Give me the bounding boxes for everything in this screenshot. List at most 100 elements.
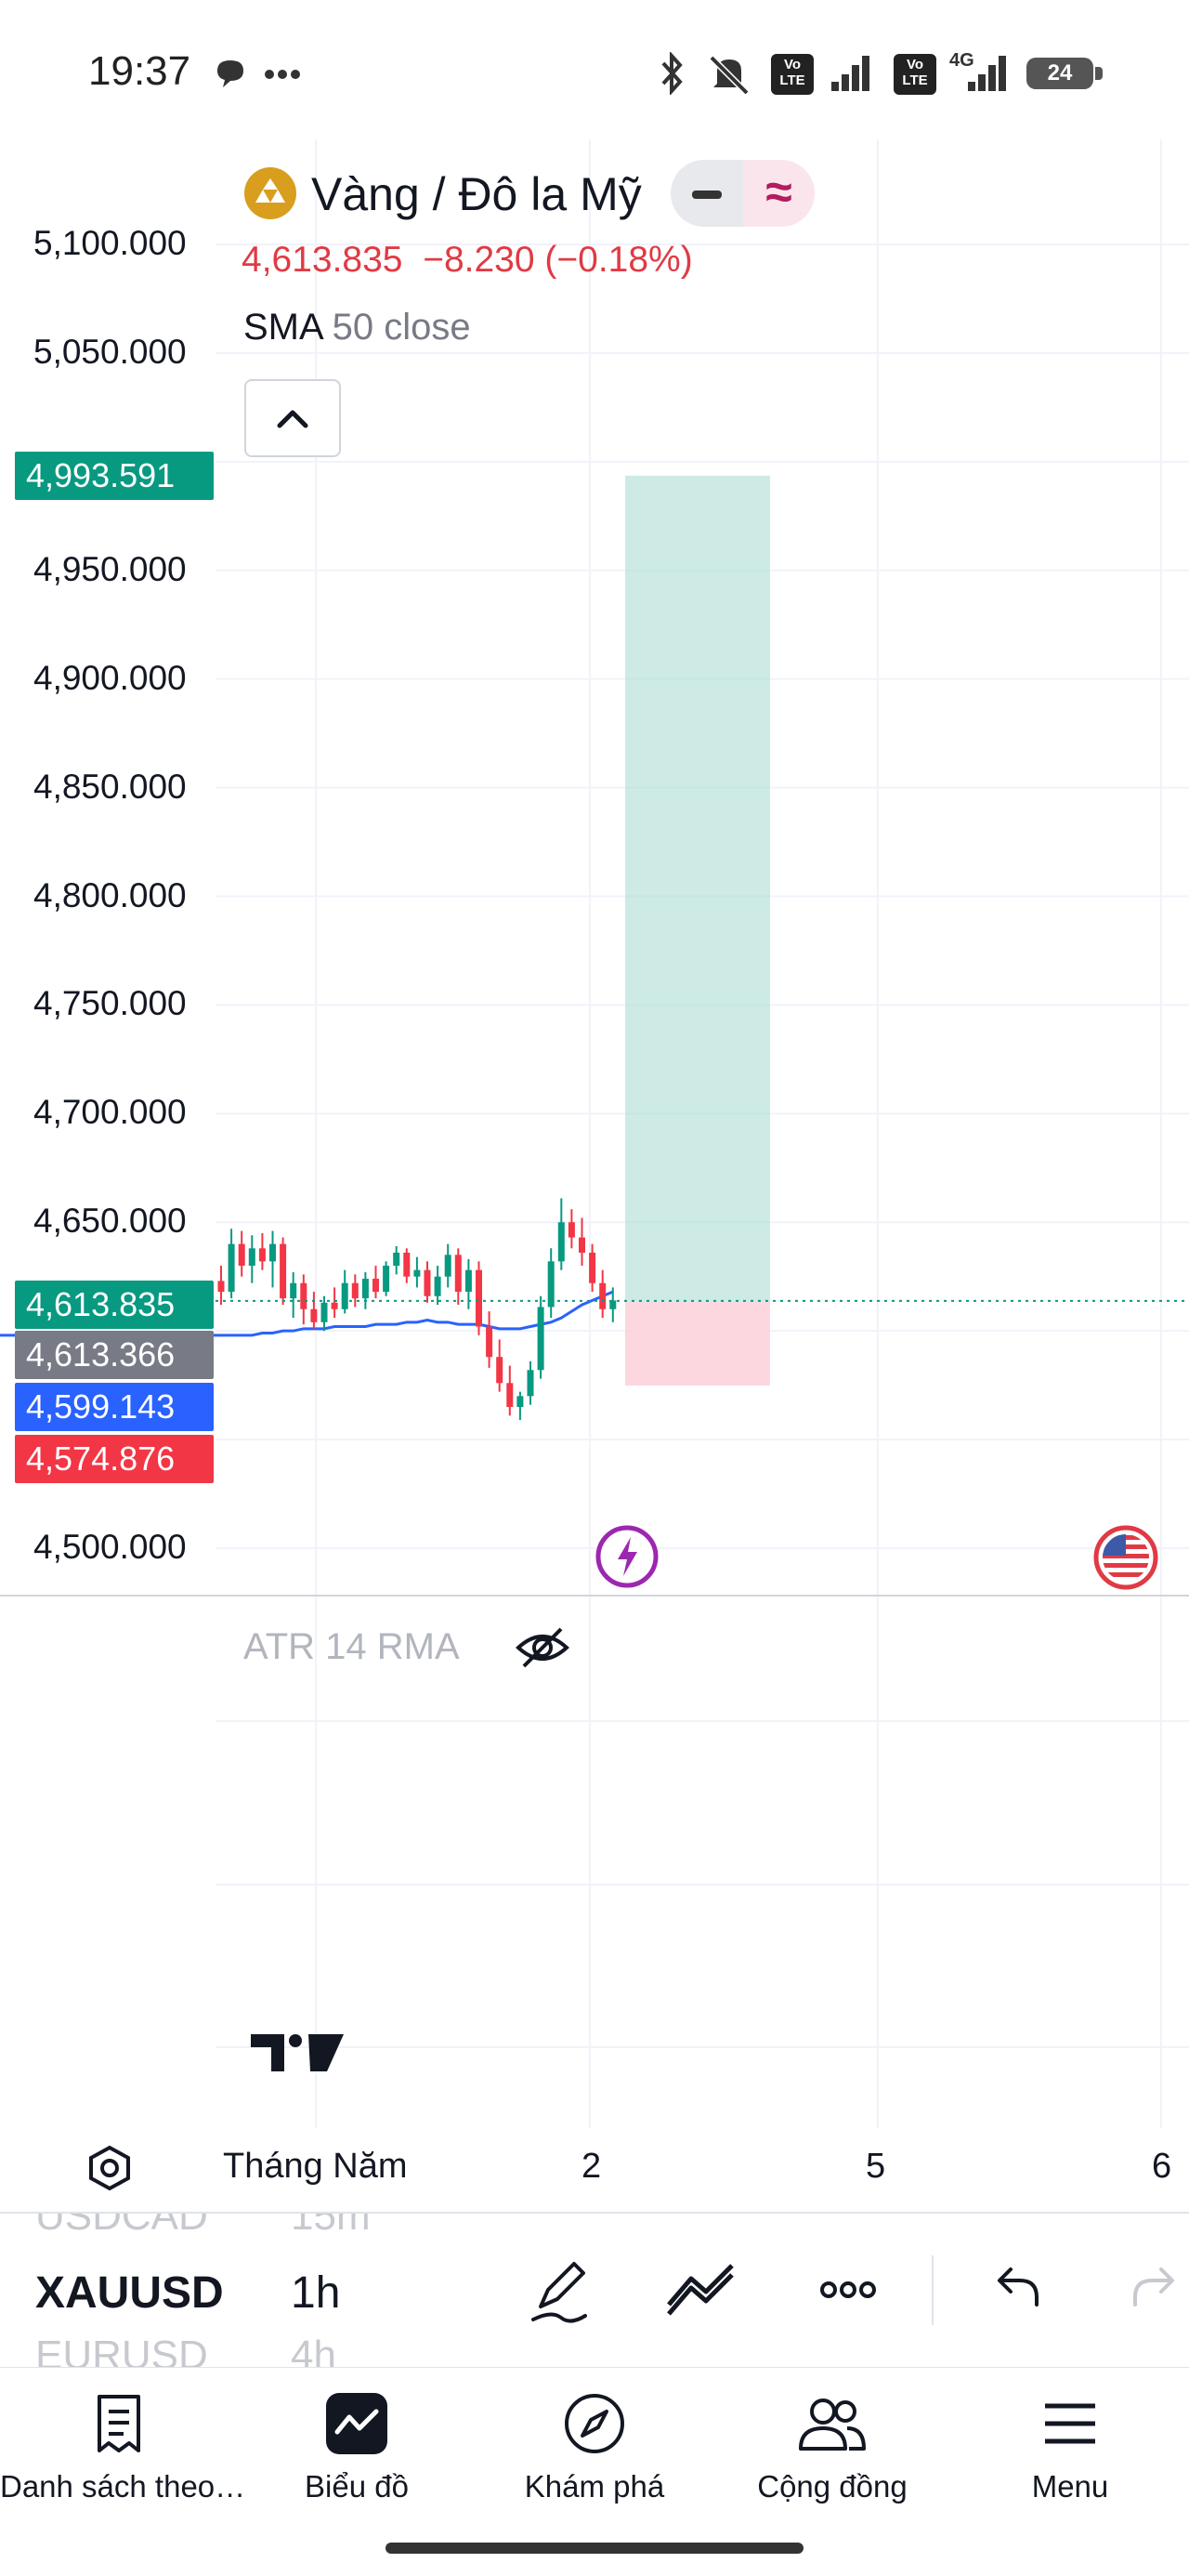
price-change-value: −8.230 (−0.18%) (423, 240, 693, 280)
redo-icon[interactable] (1124, 2253, 1189, 2327)
nav-community-label: Cộng đồng (757, 2469, 908, 2504)
prev-symbol[interactable]: USDCAD (35, 2214, 208, 2240)
next-interval[interactable]: 4h (291, 2333, 336, 2367)
price-badge: 4,599.143 (15, 1383, 214, 1431)
candle (516, 1391, 524, 1421)
sma-legend[interactable]: SMA 50 close (243, 307, 471, 348)
eye-hidden-icon[interactable] (513, 1622, 572, 1674)
profit-zone (625, 475, 770, 1302)
candle (454, 1248, 462, 1306)
candle-body (310, 1308, 318, 1322)
candle-body (476, 1269, 482, 1327)
candle-body (496, 1357, 503, 1384)
candle-body (434, 1276, 441, 1296)
atr-legend[interactable]: ATR 14 RMA (243, 1626, 460, 1668)
candle-body (589, 1252, 596, 1283)
current-interval[interactable]: 1h (291, 2267, 340, 2319)
candle-body (413, 1269, 421, 1277)
approx-icon[interactable]: ≈ (743, 160, 815, 227)
undo-icon[interactable] (977, 2253, 1061, 2327)
volte-icon-2: Vo LTE (894, 54, 936, 95)
nav-menu-label: Menu (1031, 2469, 1109, 2504)
prev-interval[interactable]: 15m (291, 2214, 371, 2240)
price-axis-label: 4,750.000 (33, 984, 187, 1023)
candle-body (248, 1248, 255, 1267)
price-axis-label: 4,850.000 (33, 767, 187, 806)
nav-watchlist[interactable]: Danh sách theo… (0, 2391, 246, 2530)
price-badge: 4,993.591 (15, 451, 214, 500)
candle-body (393, 1252, 400, 1267)
candle-body (464, 1269, 472, 1293)
candle (372, 1266, 379, 1299)
candle (599, 1269, 607, 1319)
nav-chart[interactable]: Biểu đồ (238, 2391, 476, 2530)
chart-canvas[interactable] (0, 139, 1189, 2128)
candle-body (557, 1222, 565, 1262)
candle-body (300, 1282, 307, 1309)
price-axis-label: 5,100.000 (33, 224, 187, 262)
candle-body (486, 1326, 493, 1358)
lightning-event-icon[interactable] (594, 1524, 660, 1589)
signal-icon (831, 56, 869, 91)
gold-logo-icon (244, 167, 296, 219)
long-position-tool (625, 475, 770, 1386)
price-axis-label: 4,700.000 (33, 1093, 187, 1132)
candle (486, 1311, 493, 1368)
chevron-up-icon (277, 410, 308, 428)
more-icon[interactable] (806, 2253, 890, 2327)
minus-icon[interactable] (671, 160, 743, 227)
candle (228, 1229, 235, 1299)
candle-body (269, 1243, 276, 1262)
community-icon (799, 2399, 866, 2451)
bell-off-icon (709, 55, 750, 95)
candle (269, 1230, 276, 1288)
candle (434, 1266, 441, 1306)
chart-mode-toggle[interactable]: ≈ (671, 160, 815, 227)
toolbar-divider (932, 2255, 934, 2325)
candle (547, 1248, 555, 1319)
pen-icon[interactable] (520, 2253, 604, 2327)
candle (217, 1266, 225, 1306)
chart-settings-icon[interactable] (84, 2142, 136, 2194)
volte-icon: Vo LTE (771, 54, 814, 95)
time-axis-label: 5 (866, 2147, 886, 2186)
status-time: 19:37 (88, 48, 191, 94)
candle (351, 1274, 359, 1308)
candle-body (331, 1302, 338, 1309)
candle (300, 1274, 307, 1325)
nav-community[interactable]: Cộng đồng (713, 2391, 951, 2530)
nav-watchlist-label: Danh sách theo… (0, 2469, 246, 2504)
candle-body (444, 1255, 451, 1277)
candle (341, 1269, 348, 1314)
candle (238, 1230, 245, 1277)
candle-body (258, 1248, 266, 1262)
nav-explore[interactable]: Khám phá (476, 2391, 713, 2530)
candle (476, 1261, 482, 1335)
us-flag-event-icon[interactable] (1092, 1524, 1159, 1591)
price-axis-label: 4,500.000 (33, 1528, 187, 1566)
candle (579, 1217, 585, 1267)
candle-body (217, 1281, 225, 1293)
candle-body (609, 1300, 617, 1309)
battery-tip (1095, 67, 1103, 80)
symbol-interval-picker[interactable]: USDCAD 15m XAUUSD 1h EURUSD 4h (0, 2212, 1189, 2369)
collapse-legend-button[interactable] (244, 379, 341, 457)
price-axis-label: 4,950.000 (33, 549, 187, 588)
last-price-value: 4,613.835 (242, 240, 403, 280)
candle (290, 1272, 297, 1319)
nav-menu[interactable]: Menu (951, 2391, 1189, 2530)
price-badge: 4,574.876 (15, 1435, 214, 1483)
next-symbol[interactable]: EURUSD (35, 2333, 208, 2367)
candle-body (424, 1269, 431, 1296)
current-symbol[interactable]: XAUUSD (35, 2267, 224, 2319)
price-axis-label: 4,800.000 (33, 875, 187, 914)
line-tool-icon[interactable] (661, 2253, 745, 2327)
candle (331, 1287, 338, 1319)
time-axis-label: Tháng Năm (223, 2147, 408, 2186)
candle (506, 1365, 514, 1416)
symbol-title[interactable]: Vàng / Đô la Mỹ (311, 167, 642, 221)
candle (537, 1295, 544, 1379)
more-dots-icon (265, 70, 300, 79)
watchlist-icon (98, 2395, 140, 2452)
chart-icon (326, 2393, 387, 2454)
